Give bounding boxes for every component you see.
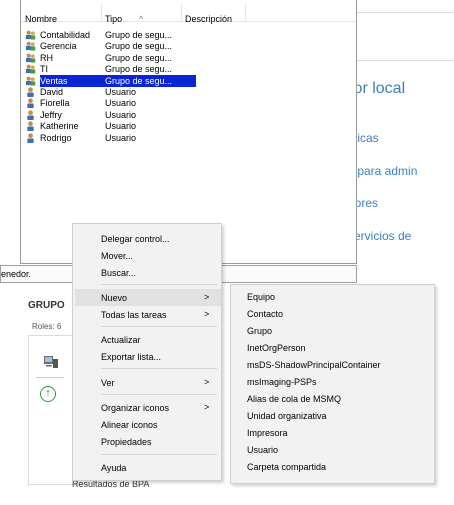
submenu-item-shared-folder[interactable]: Carpeta compartida (247, 461, 326, 473)
list-item-name: Ventas (40, 75, 68, 86)
column-separator[interactable] (245, 3, 246, 21)
submenu-item-contact[interactable]: Contacto (247, 308, 283, 320)
submenu-item-msimaging[interactable]: msImaging-PSPs (247, 376, 317, 388)
user-icon (25, 110, 36, 120)
submenu-item-inetorgperson[interactable]: InetOrgPerson (247, 342, 306, 354)
list-item-name: Rodrigo (40, 132, 72, 143)
roles-count: Roles: 6 (32, 322, 62, 331)
new-submenu: Equipo Contacto Grupo InetOrgPerson msDS… (230, 284, 435, 484)
column-type[interactable]: Tipo (105, 14, 122, 24)
list-item-type: Usuario (105, 121, 137, 132)
column-description[interactable]: Descripción (185, 14, 232, 24)
list-item[interactable]: Jeffry Usuario (21, 109, 261, 121)
list-item[interactable]: David Usuario (21, 86, 261, 98)
user-icon (25, 87, 36, 97)
list-item-name: Gerencia (40, 41, 77, 52)
submenu-item-shadow-principal[interactable]: msDS-ShadowPrincipalContainer (247, 359, 381, 371)
submenu-item-group[interactable]: Grupo (247, 325, 272, 337)
list-item-type: Grupo de segu... (105, 41, 173, 52)
menu-item-all-tasks[interactable]: Todas las tareas (101, 309, 167, 321)
submenu-arrow-icon: > (204, 309, 210, 319)
divider (36, 377, 64, 378)
submenu-item-msmq-alias[interactable]: Alias de cola de MSMQ (247, 393, 341, 405)
submenu-item-printer[interactable]: Impresora (247, 427, 288, 439)
group-icon (25, 53, 36, 63)
menu-item-delegate[interactable]: Delegar control... (101, 233, 170, 245)
group-icon (25, 30, 36, 40)
list-item-name: Contabilidad (40, 30, 91, 40)
menu-item-view[interactable]: Ver (101, 377, 115, 389)
list-item[interactable]: Katherine Usuario (21, 120, 261, 132)
menu-highlight (75, 289, 221, 306)
submenu-arrow-icon: > (204, 292, 210, 302)
menu-item-align-icons[interactable]: Alinear iconos (101, 419, 158, 431)
list-item-type: Usuario (105, 98, 137, 109)
list-item[interactable]: Contabilidad Grupo de segu... (21, 29, 261, 41)
menu-separator (101, 394, 217, 395)
list-item-name: Katherine (40, 121, 79, 132)
user-icon (25, 121, 36, 132)
list-header: Nombre Tipo ^ Descripción (21, 0, 356, 24)
column-separator[interactable] (181, 3, 182, 21)
local-server-heading: lor local (350, 80, 406, 97)
link-admin[interactable]: s para admin (348, 164, 417, 178)
menu-item-arrange-icons[interactable]: Organizar iconos (101, 402, 169, 414)
submenu-item-ou[interactable]: Unidad organizativa (247, 410, 327, 422)
divider (357, 12, 454, 13)
menu-separator (101, 454, 217, 455)
link-services[interactable]: servicios de (348, 229, 411, 243)
menu-separator (101, 368, 217, 369)
list-item[interactable]: Rodrigo Usuario (21, 132, 261, 144)
menu-item-help[interactable]: Ayuda (101, 462, 126, 474)
server-icon (44, 356, 58, 368)
group-icon (25, 41, 36, 51)
list-item-type: Grupo de segu... (105, 52, 173, 63)
list-item-name: TI (40, 64, 48, 75)
menu-item-properties[interactable]: Propiedades (101, 436, 152, 448)
group-icon (25, 76, 36, 86)
column-separator[interactable] (101, 3, 102, 21)
group-icon (25, 64, 36, 74)
submenu-item-computer[interactable]: Equipo (247, 291, 275, 303)
group-title: GRUPO (28, 300, 65, 311)
status-text: enedor. (1, 269, 32, 279)
menu-item-move[interactable]: Mover... (101, 250, 133, 262)
divider (357, 60, 454, 61)
status-up-icon: ↑ (40, 386, 56, 402)
list-item-type: Grupo de segu... (105, 75, 173, 86)
submenu-arrow-icon: > (204, 402, 210, 412)
list-item-type: Usuario (105, 109, 137, 120)
list-item-name: Fiorella (40, 98, 70, 109)
context-menu: Delegar control... Mover... Buscar... Nu… (72, 223, 222, 481)
menu-item-find[interactable]: Buscar... (101, 267, 136, 279)
list-item-type: Usuario (105, 87, 137, 97)
list-item[interactable]: TI Grupo de segu... (21, 63, 261, 75)
submenu-arrow-icon: > (204, 377, 210, 387)
submenu-item-user[interactable]: Usuario (247, 444, 278, 456)
list-item[interactable]: Gerencia Grupo de segu... (21, 40, 261, 52)
list-item-name: David (40, 87, 64, 97)
menu-item-export[interactable]: Exportar lista... (101, 351, 161, 363)
menu-separator (101, 284, 217, 285)
list-item-name: RH (40, 52, 53, 63)
column-name[interactable]: Nombre (25, 14, 57, 24)
list-item-type: Grupo de segu... (105, 64, 173, 75)
list-item-type: Grupo de segu... (105, 30, 173, 40)
user-icon (25, 132, 36, 143)
list-item-type: Usuario (105, 132, 137, 143)
menu-separator (101, 326, 217, 327)
sort-ascending-icon: ^ (139, 14, 144, 24)
list-item[interactable]: Ventas Grupo de segu... (25, 74, 196, 87)
list-item-name: Jeffry (40, 109, 62, 120)
list-item[interactable]: RH Grupo de segu... (21, 52, 261, 64)
menu-item-refresh[interactable]: Actualizar (101, 334, 141, 346)
menu-item-new[interactable]: Nuevo (101, 292, 127, 304)
list-item[interactable]: Fiorella Usuario (21, 97, 261, 109)
user-icon (25, 98, 36, 109)
